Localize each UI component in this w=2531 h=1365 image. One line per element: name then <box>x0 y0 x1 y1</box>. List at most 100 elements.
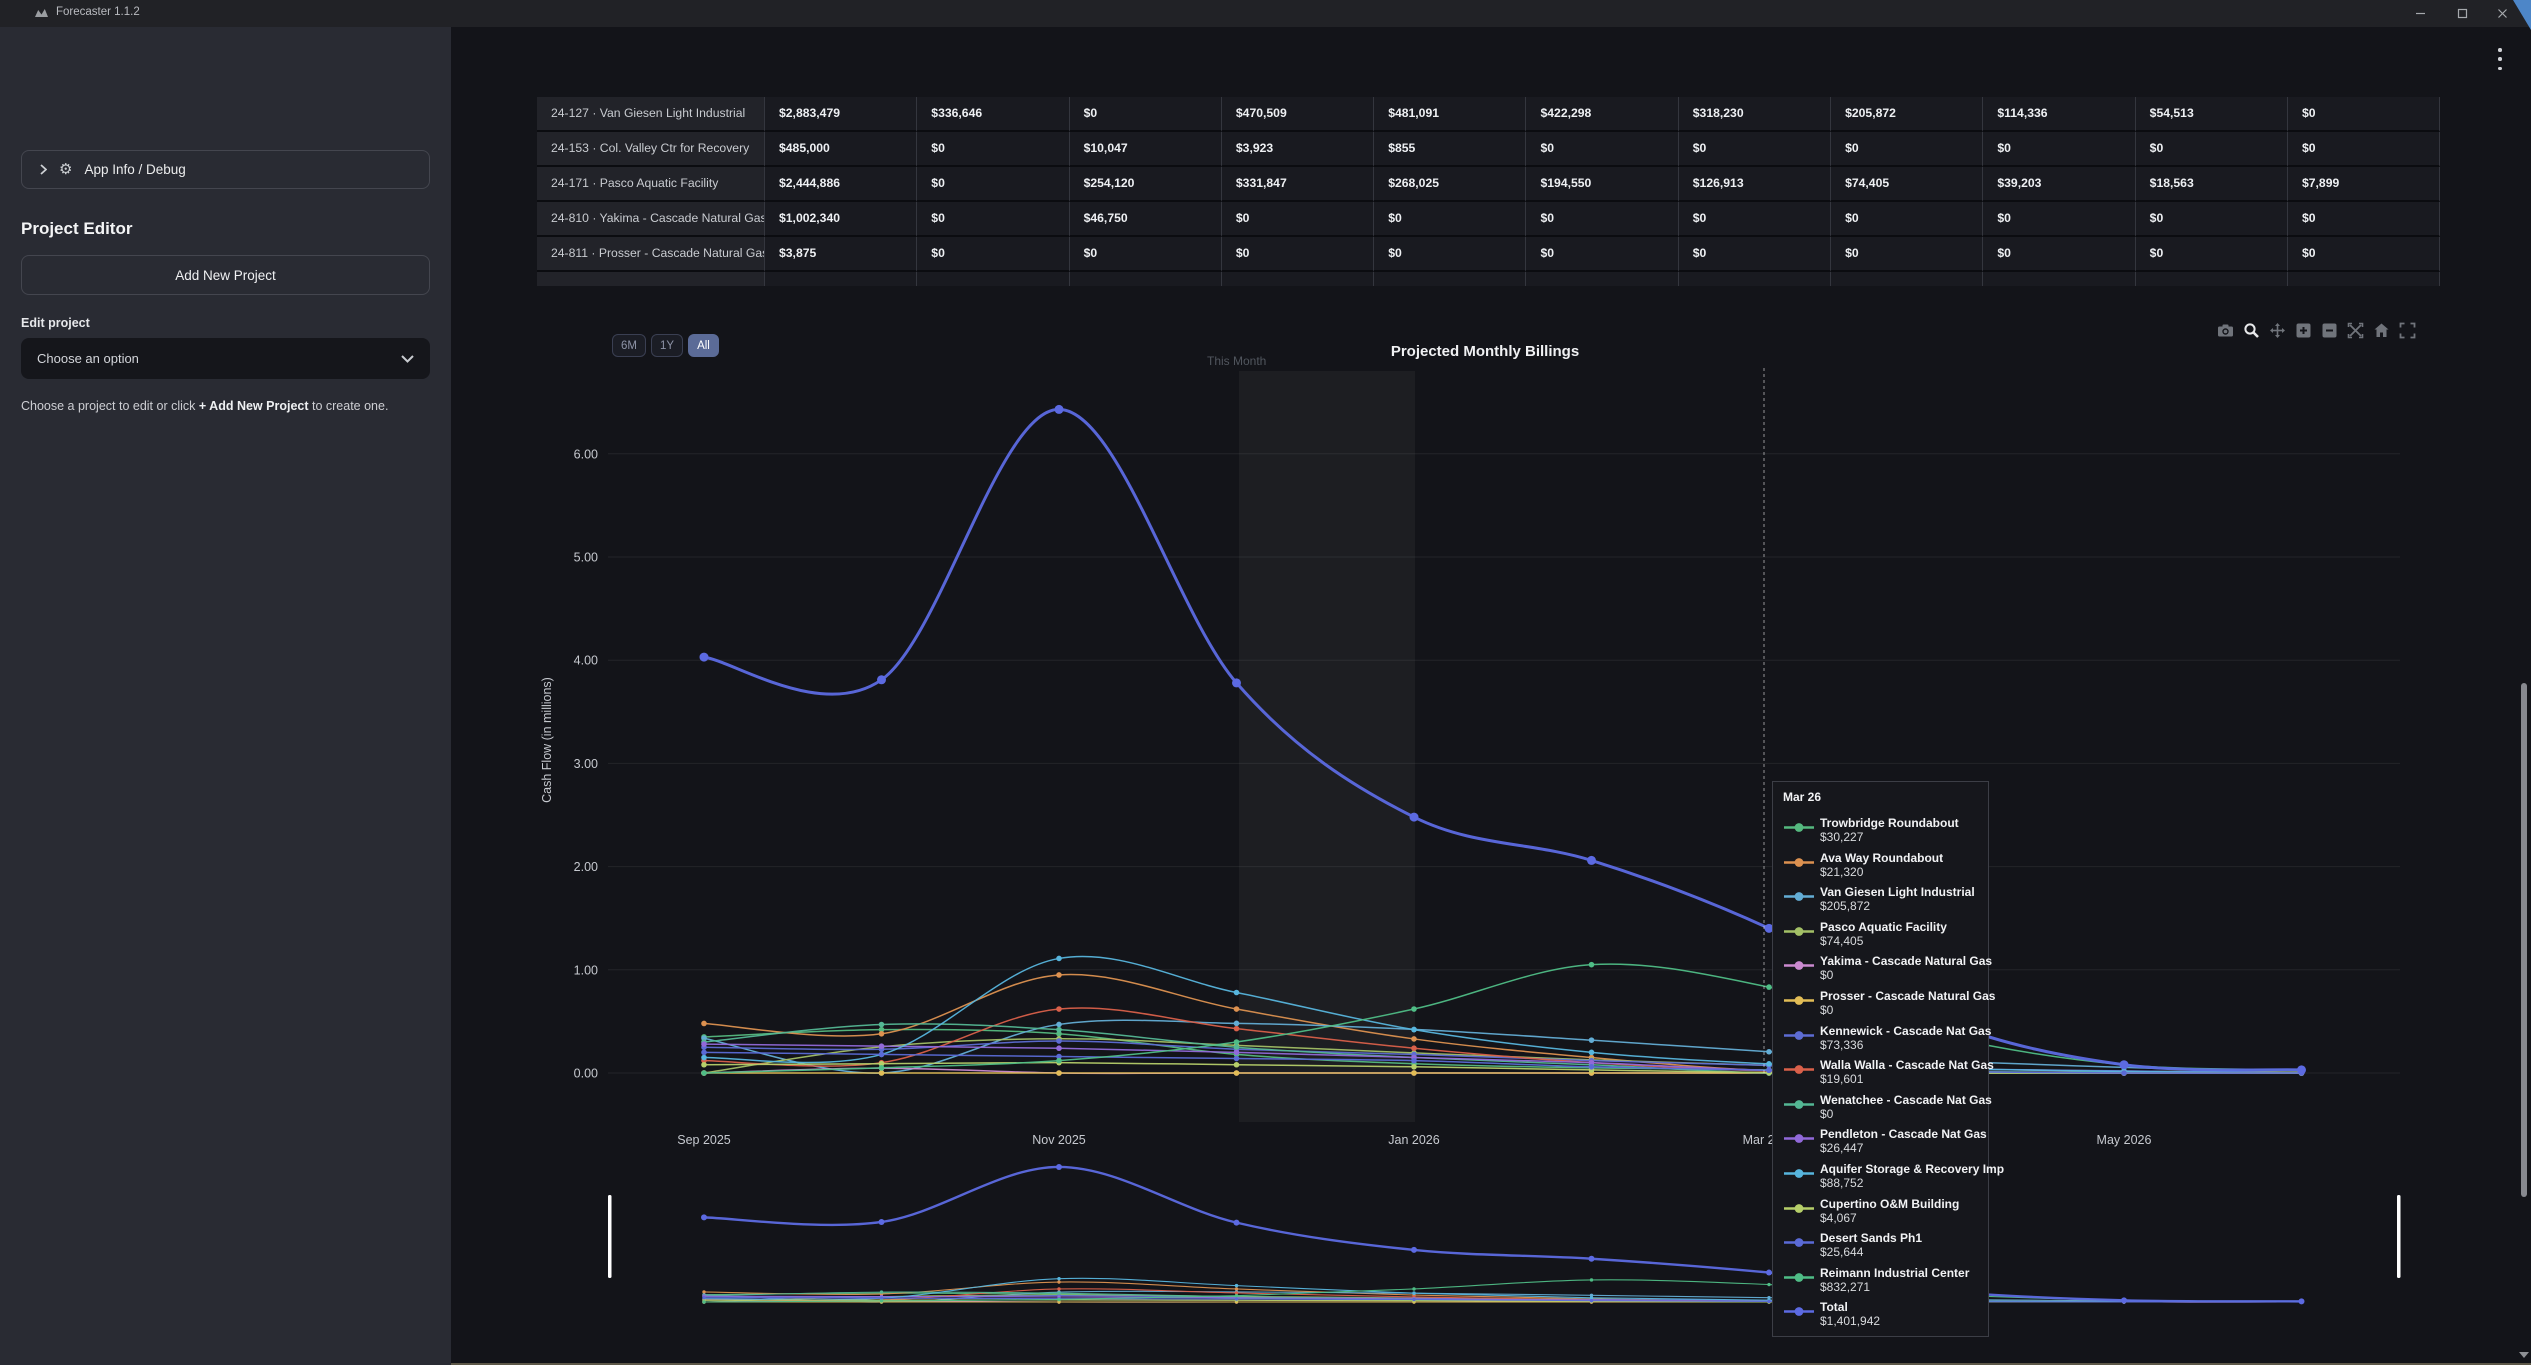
series-marker-icon <box>1783 1062 1815 1080</box>
data-point <box>1590 1278 1593 1281</box>
data-point <box>1056 1058 1062 1064</box>
table-cell: $0 <box>917 132 1069 167</box>
table-cell: $422,298 <box>1526 97 1678 132</box>
table-cell: $485,000 <box>765 132 917 167</box>
tooltip-series-name: Pasco Aquatic Facility <box>1820 920 1947 934</box>
tooltip-series-name: Van Giesen Light Industrial <box>1820 885 1975 899</box>
desktop-corner-artifact <box>2513 0 2531 30</box>
data-point <box>1234 1050 1240 1056</box>
tooltip-entry: Ava Way Roundabout$21,320 <box>1783 851 1978 879</box>
data-point <box>701 1041 707 1047</box>
data-point <box>1057 1287 1060 1290</box>
table-cell: $205,872 <box>1831 97 1983 132</box>
table-cell: $0 <box>1679 132 1831 167</box>
table-row-name: 24-171 · Pasco Aquatic Facility <box>537 167 765 202</box>
data-point <box>1056 1070 1062 1076</box>
add-new-project-button[interactable]: Add New Project <box>21 255 430 295</box>
tooltip-date-header: Mar 26 <box>1783 790 1978 804</box>
tooltip-series-name: Wenatchee - Cascade Nat Gas <box>1820 1093 1992 1107</box>
table-cell: $0 <box>1222 237 1374 272</box>
data-point <box>1056 1038 1062 1044</box>
table-cell: $336,646 <box>917 97 1069 132</box>
data-point <box>1056 1022 1062 1028</box>
x-tick-label: Nov 2025 <box>1032 1133 1086 1147</box>
y-tick-label: 4.00 <box>574 654 598 668</box>
data-point <box>701 1021 707 1027</box>
data-point <box>1766 1049 1772 1055</box>
table-cell: $0 <box>1831 237 1983 272</box>
range-slider-left-handle[interactable] <box>608 1195 612 1278</box>
table-row <box>537 272 2441 286</box>
tooltip-series-name: Trowbridge Roundabout <box>1820 816 1959 830</box>
tooltip-series-name: Desert Sands Ph1 <box>1820 1231 1922 1245</box>
data-point <box>1234 1021 1240 1027</box>
data-point <box>702 1300 705 1303</box>
tooltip-entry: Pasco Aquatic Facility$74,405 <box>1783 920 1978 948</box>
hover-tooltip: Mar 26Trowbridge Roundabout$30,227Ava Wa… <box>1772 781 1989 1337</box>
tooltip-entry: Yakima - Cascade Natural Gas$0 <box>1783 954 1978 982</box>
tooltip-series-value: $0 <box>1820 968 1992 982</box>
table-cell: $0 <box>1831 132 1983 167</box>
data-point <box>879 1070 885 1076</box>
tooltip-entry: Pendleton - Cascade Nat Gas$26,447 <box>1783 1127 1978 1155</box>
tooltip-series-name: Aquifer Storage & Recovery Imp <box>1820 1162 2004 1176</box>
series-marker-icon <box>1783 855 1815 873</box>
data-point <box>702 1290 705 1293</box>
tooltip-series-value: $74,405 <box>1820 934 1947 948</box>
tooltip-series-name: Kennewick - Cascade Nat Gas <box>1820 1024 1991 1038</box>
data-point <box>1234 1006 1240 1012</box>
tooltip-series-value: $1,401,942 <box>1820 1314 1880 1328</box>
tooltip-entry: Prosser - Cascade Natural Gas$0 <box>1783 989 1978 1017</box>
data-point <box>879 1052 885 1058</box>
table-cell: $0 <box>2288 202 2440 237</box>
data-point <box>1055 405 1064 414</box>
series-marker-icon <box>1783 1097 1815 1115</box>
tooltip-series-value: $832,271 <box>1820 1280 1969 1294</box>
data-point <box>1590 1296 1593 1299</box>
table-row: 24-811 · Prosser - Cascade Natural Gas$3… <box>537 237 2441 272</box>
table-cell <box>1222 272 1374 286</box>
table-row-name <box>537 272 765 286</box>
minimize-button[interactable] <box>2403 0 2437 27</box>
table-cell: $0 <box>2136 202 2288 237</box>
tooltip-series-value: $19,601 <box>1820 1072 1994 1086</box>
app-info-debug-expander[interactable]: ⚙ App Info / Debug <box>21 150 430 189</box>
data-point <box>1411 1070 1417 1076</box>
table-row-name: 24-127 · Van Giesen Light Industrial <box>537 97 765 132</box>
data-point <box>1589 1037 1595 1043</box>
data-point <box>1766 1061 1772 1067</box>
data-point <box>1412 1291 1415 1294</box>
table-cell: $3,923 <box>1222 132 1374 167</box>
data-point <box>2297 1065 2306 1074</box>
data-point <box>1589 1050 1595 1056</box>
app-info-label: App Info / Debug <box>84 162 185 177</box>
data-point <box>1057 1298 1060 1301</box>
chart-plot-area[interactable] <box>608 371 2400 1073</box>
project-select[interactable]: Choose an option <box>21 338 430 379</box>
tooltip-series-value: $88,752 <box>1820 1176 2004 1190</box>
maximize-button[interactable] <box>2445 0 2479 27</box>
range-slider-right-handle[interactable] <box>2397 1195 2401 1278</box>
table-cell: $0 <box>917 202 1069 237</box>
table-cell <box>1070 272 1222 286</box>
table-cell <box>1526 272 1678 286</box>
data-point <box>879 1043 885 1049</box>
tooltip-series-value: $26,447 <box>1820 1141 1987 1155</box>
series-marker-icon <box>1783 1270 1815 1288</box>
table-cell <box>1831 272 1983 286</box>
total-line-mini <box>704 1167 2302 1301</box>
table-cell: $0 <box>2288 97 2440 132</box>
data-point <box>879 1022 885 1028</box>
data-point <box>1056 972 1062 978</box>
table-cell: $0 <box>2136 132 2288 167</box>
table-row: 24-127 · Van Giesen Light Industrial$2,8… <box>537 97 2441 132</box>
tooltip-series-value: $0 <box>1820 1003 1995 1017</box>
data-point <box>879 1219 885 1225</box>
series-marker-icon <box>1783 993 1815 1011</box>
project-helper-text: Choose a project to edit or click + Add … <box>21 399 421 413</box>
window-titlebar: Forecaster 1.1.2 <box>0 0 2531 27</box>
data-point <box>1589 1064 1595 1070</box>
data-point <box>1056 956 1062 962</box>
series-marker-icon <box>1783 1235 1815 1253</box>
table-cell: $2,883,479 <box>765 97 917 132</box>
